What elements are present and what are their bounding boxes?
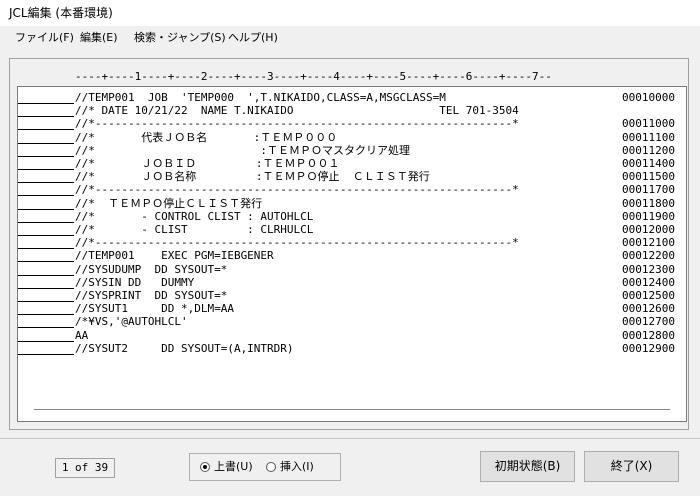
line-sequence-number: 00011900 <box>622 209 675 223</box>
line-code[interactable]: //* - CLIST : CLRHULCL <box>75 223 313 236</box>
line-sequence-number: 00012300 <box>622 262 675 276</box>
line-code[interactable]: //*-------------------------------------… <box>75 183 519 196</box>
editor-line[interactable]: //TEMP001 JOB 'TEMP000 ',T.NIKAIDO,CLASS… <box>18 91 686 104</box>
line-code[interactable]: //*-------------------------------------… <box>75 117 519 130</box>
editor-line[interactable]: //SYSIN DD DUMMY 00012400 <box>18 276 686 289</box>
line-sequence-number: 00012400 <box>622 275 675 289</box>
line-number-field[interactable] <box>18 302 74 316</box>
line-number-field[interactable] <box>18 276 74 289</box>
line-number-field[interactable] <box>18 210 74 223</box>
line-code[interactable]: //* ＴＥＭＰＯ停止ＣＬＩＳＴ発行 <box>75 197 262 210</box>
line-sequence-number: 00012900 <box>622 341 675 355</box>
line-sequence-number: 00011200 <box>622 143 675 157</box>
menu-bar: ファイル(F) 編集(E) 検索・ジャンプ(S) ヘルプ(H) <box>0 26 700 50</box>
line-number-field[interactable] <box>18 223 74 236</box>
menu-file[interactable]: ファイル(F) <box>13 26 76 50</box>
editor-line[interactable]: //*-------------------------------------… <box>18 117 686 131</box>
editor-line[interactable]: //* ＪＯＢ名称 :ＴＥＭＰＯ停止 ＣＬＩＳＴ発行 00011500 <box>18 170 686 184</box>
editor-line[interactable]: //SYSUT1 DD *,DLM=AA 00012600 <box>18 302 686 316</box>
line-code[interactable]: //* :ＴＥＭＰＯマスタクリア処理 <box>75 144 410 157</box>
line-sequence-number: 00011000 <box>622 117 675 131</box>
line-code[interactable]: //SYSPRINT DD SYSOUT=* <box>75 289 227 302</box>
editor-line[interactable]: //* :ＴＥＭＰＯマスタクリア処理 00011200 <box>18 144 686 157</box>
line-code[interactable]: //* 代表ＪＯＢ名 :ＴＥＭＰ０００ <box>75 131 337 144</box>
menu-help[interactable]: ヘルプ(H) <box>226 26 280 50</box>
line-code[interactable]: //SYSIN DD DUMMY <box>75 276 194 289</box>
editor-line[interactable]: //SYSUT2 DD SYSOUT=(A,INTRDR) 00012900 <box>18 342 686 355</box>
line-sequence-number: 00012600 <box>622 302 675 316</box>
line-number-field[interactable] <box>18 329 74 342</box>
line-sequence-number: 00011800 <box>622 196 675 210</box>
line-sequence-number: 00011100 <box>622 130 675 144</box>
window-title: JCL編集 (本番環境) <box>9 6 113 20</box>
editor-line[interactable]: //* 代表ＪＯＢ名 :ＴＥＭＰ０００ 00011100 <box>18 131 686 144</box>
line-code[interactable]: //* DATE 10/21/22 NAME T.NIKAIDO TEL 701… <box>75 104 519 117</box>
line-number-field[interactable] <box>18 131 74 144</box>
editor-line[interactable]: //* - CONTROL CLIST : AUTOHLCL 00011900 <box>18 210 686 223</box>
editor-line[interactable]: //* ＪＯＢＩＤ :ＴＥＭＰ００１ 00011400 <box>18 157 686 170</box>
line-number-field[interactable] <box>18 170 74 184</box>
jcl-editor[interactable]: //TEMP001 JOB 'TEMP000 ',T.NIKAIDO,CLASS… <box>17 86 687 422</box>
editor-line[interactable]: /*¥VS,'@AUTOHLCL' 00012700 <box>18 315 686 329</box>
title-bar: JCL編集 (本番環境) <box>0 0 700 26</box>
line-number-field[interactable] <box>18 183 74 197</box>
menu-edit[interactable]: 編集(E) <box>78 26 120 50</box>
line-sequence-number: 00012800 <box>622 328 675 342</box>
line-number-field[interactable] <box>18 236 74 250</box>
editor-line[interactable]: //TEMP001 EXEC PGM=IEBGENER 00012200 <box>18 249 686 263</box>
line-number-field[interactable] <box>18 197 74 210</box>
editor-line[interactable]: //* DATE 10/21/22 NAME T.NIKAIDO TEL 701… <box>18 104 686 118</box>
line-code[interactable]: //* ＪＯＢＩＤ :ＴＥＭＰ００１ <box>75 157 339 170</box>
line-number-field[interactable] <box>18 249 74 263</box>
line-number-field[interactable] <box>18 315 74 329</box>
overwrite-label[interactable]: 上書(U) <box>214 460 253 474</box>
line-sequence-number: 00011500 <box>622 170 675 184</box>
line-sequence-number: 00012000 <box>622 223 675 236</box>
editor-line[interactable]: //SYSPRINT DD SYSOUT=* 00012500 <box>18 289 686 302</box>
line-number-field[interactable] <box>18 117 74 131</box>
line-sequence-number: 00010000 <box>622 91 675 104</box>
editor-line[interactable]: //*-------------------------------------… <box>18 236 686 250</box>
line-sequence-number: 00011700 <box>622 183 675 197</box>
editor-line[interactable]: //*-------------------------------------… <box>18 183 686 197</box>
line-number-field[interactable] <box>18 263 74 276</box>
ruler-text: ----+----1----+----2----+----3----+----4… <box>75 70 552 83</box>
line-code[interactable]: //SYSUT1 DD *,DLM=AA <box>75 302 234 315</box>
insert-label[interactable]: 挿入(I) <box>280 460 314 474</box>
line-code[interactable]: //* - CONTROL CLIST : AUTOHLCL <box>75 210 313 223</box>
reset-button[interactable]: 初期状態(B) <box>480 451 575 482</box>
overwrite-radio[interactable] <box>200 462 210 472</box>
editor-line[interactable]: //* - CLIST : CLRHULCL 00012000 <box>18 223 686 236</box>
line-number-field[interactable] <box>18 157 74 170</box>
line-code[interactable]: /*¥VS,'@AUTOHLCL' <box>75 315 188 328</box>
page-counter: 1 of 39 <box>55 458 115 478</box>
menu-search-jump[interactable]: 検索・ジャンプ(S) <box>132 26 228 50</box>
line-code[interactable]: //TEMP001 JOB 'TEMP000 ',T.NIKAIDO,CLASS… <box>75 91 446 104</box>
line-sequence-number: 00012700 <box>622 315 675 329</box>
line-code[interactable]: //SYSUDUMP DD SYSOUT=* <box>75 263 227 276</box>
exit-button[interactable]: 終了(X) <box>584 451 679 482</box>
edit-mode-group: 上書(U) 挿入(I) <box>189 453 341 481</box>
editor-line[interactable]: AA 00012800 <box>18 329 686 342</box>
line-sequence-number: 00012100 <box>622 236 675 250</box>
line-code[interactable]: //* ＪＯＢ名称 :ＴＥＭＰＯ停止 ＣＬＩＳＴ発行 <box>75 170 430 183</box>
line-sequence-number: 00012200 <box>622 249 675 263</box>
line-number-field[interactable] <box>18 104 74 118</box>
horizontal-scrollbar[interactable] <box>34 409 670 410</box>
line-number-field[interactable] <box>18 342 74 355</box>
line-sequence-number: 00012500 <box>622 289 675 302</box>
insert-radio[interactable] <box>266 462 276 472</box>
line-code[interactable]: //SYSUT2 DD SYSOUT=(A,INTRDR) <box>75 342 294 355</box>
line-code[interactable]: //*-------------------------------------… <box>75 236 519 249</box>
line-number-field[interactable] <box>18 91 74 104</box>
editor-line[interactable]: //SYSUDUMP DD SYSOUT=* 00012300 <box>18 263 686 276</box>
editor-line[interactable]: //* ＴＥＭＰＯ停止ＣＬＩＳＴ発行 00011800 <box>18 197 686 210</box>
line-code[interactable]: //TEMP001 EXEC PGM=IEBGENER <box>75 249 274 262</box>
column-ruler: ----+----1----+----2----+----3----+----4… <box>0 70 700 84</box>
line-sequence-number: 00011400 <box>622 157 675 170</box>
line-number-field[interactable] <box>18 144 74 157</box>
line-number-field[interactable] <box>18 289 74 302</box>
line-code[interactable]: AA <box>75 329 88 342</box>
